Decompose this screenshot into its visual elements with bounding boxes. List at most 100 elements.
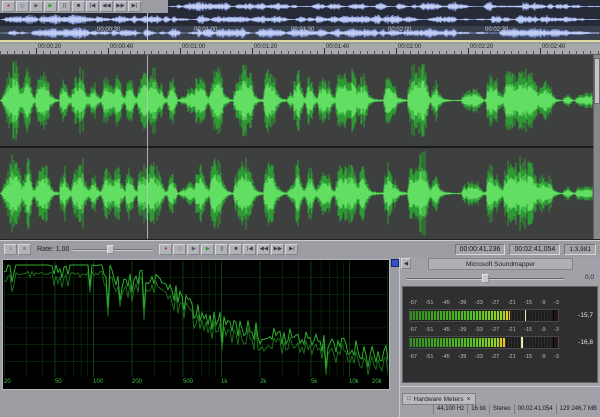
frequency-tick-label: 500: [183, 379, 193, 385]
meter-scale-label: -45: [442, 327, 450, 333]
view-end-readout[interactable]: 00:02:41,054: [509, 244, 560, 255]
record-button[interactable]: ●: [2, 1, 15, 12]
ruler-tick: [353, 51, 354, 54]
loop-playback-button[interactable]: ◇: [173, 244, 186, 255]
pause-button[interactable]: ||: [58, 1, 71, 12]
meter-scale-label: -33: [475, 300, 483, 306]
play-all-button[interactable]: ▶: [187, 244, 200, 255]
monitor-fader[interactable]: [406, 273, 564, 284]
audio-editor-window: ●◇▶▶||■|◀◀◀▶▶▶| 00:00:3000:01:0000:01:30…: [0, 0, 600, 417]
record-button[interactable]: ●: [159, 244, 172, 255]
overview-waveform-1[interactable]: [168, 0, 600, 13]
rate-slider[interactable]: [73, 244, 153, 255]
stop-button[interactable]: ■: [229, 244, 242, 255]
fast-forward-button[interactable]: ▶▶: [271, 244, 284, 255]
cursor-position-readout[interactable]: 00:00:41,236: [455, 244, 506, 255]
go-to-start-button[interactable]: |◀: [86, 1, 99, 12]
ruler-time-label: 00:01:00: [182, 44, 205, 50]
sample-rate-status[interactable]: 44,100 Hz: [433, 404, 467, 414]
ruler-tick: [94, 51, 95, 54]
ruler-tick: [389, 51, 390, 54]
stop-button[interactable]: ■: [72, 1, 85, 12]
ruler-tick: [50, 51, 51, 54]
ruler-tick: [187, 51, 188, 54]
ruler-tick: [144, 51, 145, 54]
zoom-ratio-readout[interactable]: 1:3,981: [564, 244, 596, 255]
play-all-button[interactable]: ▶: [30, 1, 43, 12]
waveform-editor[interactable]: [0, 55, 600, 240]
loop-playback-button[interactable]: ◇: [16, 1, 29, 12]
play-button[interactable]: ▶: [201, 244, 214, 255]
meter-scale-label: -9: [541, 327, 546, 333]
rate-slider-thumb[interactable]: [107, 245, 114, 254]
ruler-tick: [101, 51, 102, 54]
meter-bar-right[interactable]: [409, 336, 559, 349]
pause-button[interactable]: ||: [215, 244, 228, 255]
ruler-tick: [410, 51, 411, 54]
ruler-tick: [22, 51, 23, 54]
ruler-time-label: 00:01:20: [254, 44, 277, 50]
spectrum-plot[interactable]: [4, 261, 388, 378]
meter-bar-left[interactable]: [409, 309, 559, 322]
meter-scale-label: -51: [425, 327, 433, 333]
audio-note-button[interactable]: ♪: [4, 244, 17, 255]
ruler-tick-major: [396, 48, 397, 54]
meter-scale-label: -33: [475, 327, 483, 333]
meter-scale-label: -15: [524, 300, 532, 306]
ruler-tick: [122, 51, 123, 54]
fader-value: 0,0: [585, 274, 594, 281]
ruler-tick: [216, 51, 217, 54]
vertical-scrollbar[interactable]: [593, 55, 600, 239]
ruler-tick: [374, 51, 375, 54]
overview-time-labels: 00:00:3000:01:0000:01:3000:02:0000:02:30: [0, 26, 600, 40]
rewind-button[interactable]: ◀◀: [257, 244, 270, 255]
overview-waveform-2[interactable]: [0, 13, 600, 26]
ruler-tick: [86, 51, 87, 54]
ruler-tick: [259, 51, 260, 54]
go-to-start-button[interactable]: |◀: [243, 244, 256, 255]
device-selector[interactable]: Microsoft Soundmapper: [428, 258, 573, 270]
ruler-tick: [598, 51, 599, 54]
overview-row-1: ●◇▶▶||■|◀◀◀▶▶▶|: [0, 0, 600, 13]
ruler-tick: [230, 51, 231, 54]
collapse-arrow-icon[interactable]: ◀: [401, 258, 411, 269]
waveform-right-channel[interactable]: [0, 148, 593, 239]
overview-time-label: 00:01:30: [291, 27, 314, 33]
ruler-tick: [173, 51, 174, 54]
scrollbar-thumb[interactable]: [594, 58, 600, 104]
time-ruler[interactable]: 00:00:2000:00:4000:01:0000:01:2000:01:40…: [0, 44, 600, 55]
overview-time-label: 00:00:30: [97, 27, 120, 33]
ruler-time-label: 00:02:20: [470, 44, 493, 50]
meter-scale-label: -9: [541, 300, 546, 306]
ruler-tick: [583, 51, 584, 54]
go-to-end-button[interactable]: ▶|: [128, 1, 141, 12]
meter-scale-label: -45: [442, 300, 450, 306]
ruler-tick: [490, 51, 491, 54]
meter-scale-label: -3: [554, 354, 559, 360]
overview-navigator[interactable]: 00:00:3000:01:0000:01:3000:02:0000:02:30: [0, 26, 600, 42]
hardware-meters-panel: ◀ Microsoft Soundmapper 0,0 -57-51-45-39…: [399, 257, 600, 417]
ruler-tick: [245, 51, 246, 54]
waveform-left-channel[interactable]: [0, 55, 593, 146]
dock-tab-row: □ Hardware Meters ×: [400, 386, 600, 400]
play-button[interactable]: ▶: [44, 1, 57, 12]
dock-grip-button[interactable]: [391, 259, 399, 267]
time-readouts: 00:00:41,236 00:02:41,054 1:3,981: [455, 244, 596, 255]
ruler-tick: [79, 51, 80, 54]
ruler-tick: [295, 51, 296, 54]
go-to-end-button[interactable]: ▶|: [285, 244, 298, 255]
playbar-menu-button[interactable]: ≡: [18, 244, 31, 255]
ruler-tick: [310, 51, 311, 54]
bit-depth-status[interactable]: 16 bit: [467, 404, 489, 414]
free-space-status[interactable]: 129 246,7 MB: [556, 404, 600, 414]
frequency-axis: 20501002005001k2k5k10k20k: [4, 377, 388, 389]
fast-forward-button[interactable]: ▶▶: [114, 1, 127, 12]
overview-cursor: [147, 26, 148, 40]
length-status[interactable]: 00:02:41,054: [514, 404, 556, 414]
channels-status[interactable]: Stereo: [489, 404, 514, 414]
rewind-button[interactable]: ◀◀: [100, 1, 113, 12]
frequency-tick-label: 50: [55, 379, 62, 385]
ruler-tick: [151, 51, 152, 54]
frequency-tick-label: 2k: [260, 379, 266, 385]
fader-thumb[interactable]: [482, 274, 489, 283]
